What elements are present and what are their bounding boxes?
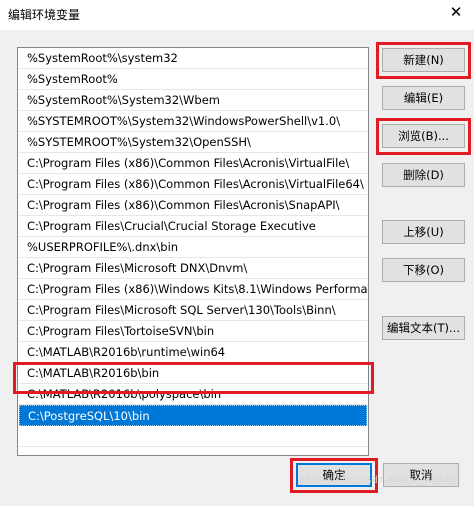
list-item[interactable]: C:\Program Files (x86)\Common Files\Acro… [19,153,367,174]
highlight-box-new [376,42,471,79]
list-item[interactable]: %USERPROFILE%\.dnx\bin [19,237,367,258]
list-item[interactable]: %SYSTEMROOT%\System32\WindowsPowerShell\… [19,111,367,132]
list-item[interactable]: C:\Program Files\Microsoft SQL Server\13… [19,300,367,321]
close-icon[interactable]: ✕ [448,4,464,20]
move-up-button[interactable]: 上移(U) [382,220,465,244]
move-down-button[interactable]: 下移(O) [382,258,465,282]
list-item[interactable]: C:\Program Files\Microsoft DNX\Dnvm\ [19,258,367,279]
list-item[interactable]: C:\Program Files\TortoiseSVN\bin [19,321,367,342]
title-bar: 编辑环境变量 ✕ [0,0,474,30]
highlight-box-browse [376,118,471,155]
list-item[interactable]: C:\MATLAB\R2016b\runtime\win64 [19,342,367,363]
highlight-box-selected-path [13,362,374,394]
path-list[interactable]: %SystemRoot%\system32 %SystemRoot% %Syst… [17,47,369,456]
delete-button[interactable]: 删除(D) [382,163,465,187]
list-item-empty[interactable] [19,426,367,447]
list-item[interactable]: %SystemRoot%\system32 [19,48,367,69]
list-item[interactable]: C:\Program Files (x86)\Common Files\Acro… [19,195,367,216]
edit-text-button[interactable]: 编辑文本(T)... [382,316,465,340]
list-item[interactable]: C:\Program Files (x86)\Windows Kits\8.1\… [19,279,367,300]
window-title: 编辑环境变量 [8,8,81,22]
edit-button[interactable]: 编辑(E) [382,86,465,110]
watermark: https://blog.csdn.net/qq_41531 [300,475,457,486]
list-item-selected[interactable]: C:\PostgreSQL\10\bin [19,405,367,426]
list-item-empty[interactable] [19,447,367,455]
list-item[interactable]: %SystemRoot% [19,69,367,90]
list-item[interactable]: %SYSTEMROOT%\System32\OpenSSH\ [19,132,367,153]
list-item[interactable]: %SystemRoot%\System32\Wbem [19,90,367,111]
list-item[interactable]: C:\Program Files (x86)\Common Files\Acro… [19,174,367,195]
list-item[interactable]: C:\Program Files\Crucial\Crucial Storage… [19,216,367,237]
